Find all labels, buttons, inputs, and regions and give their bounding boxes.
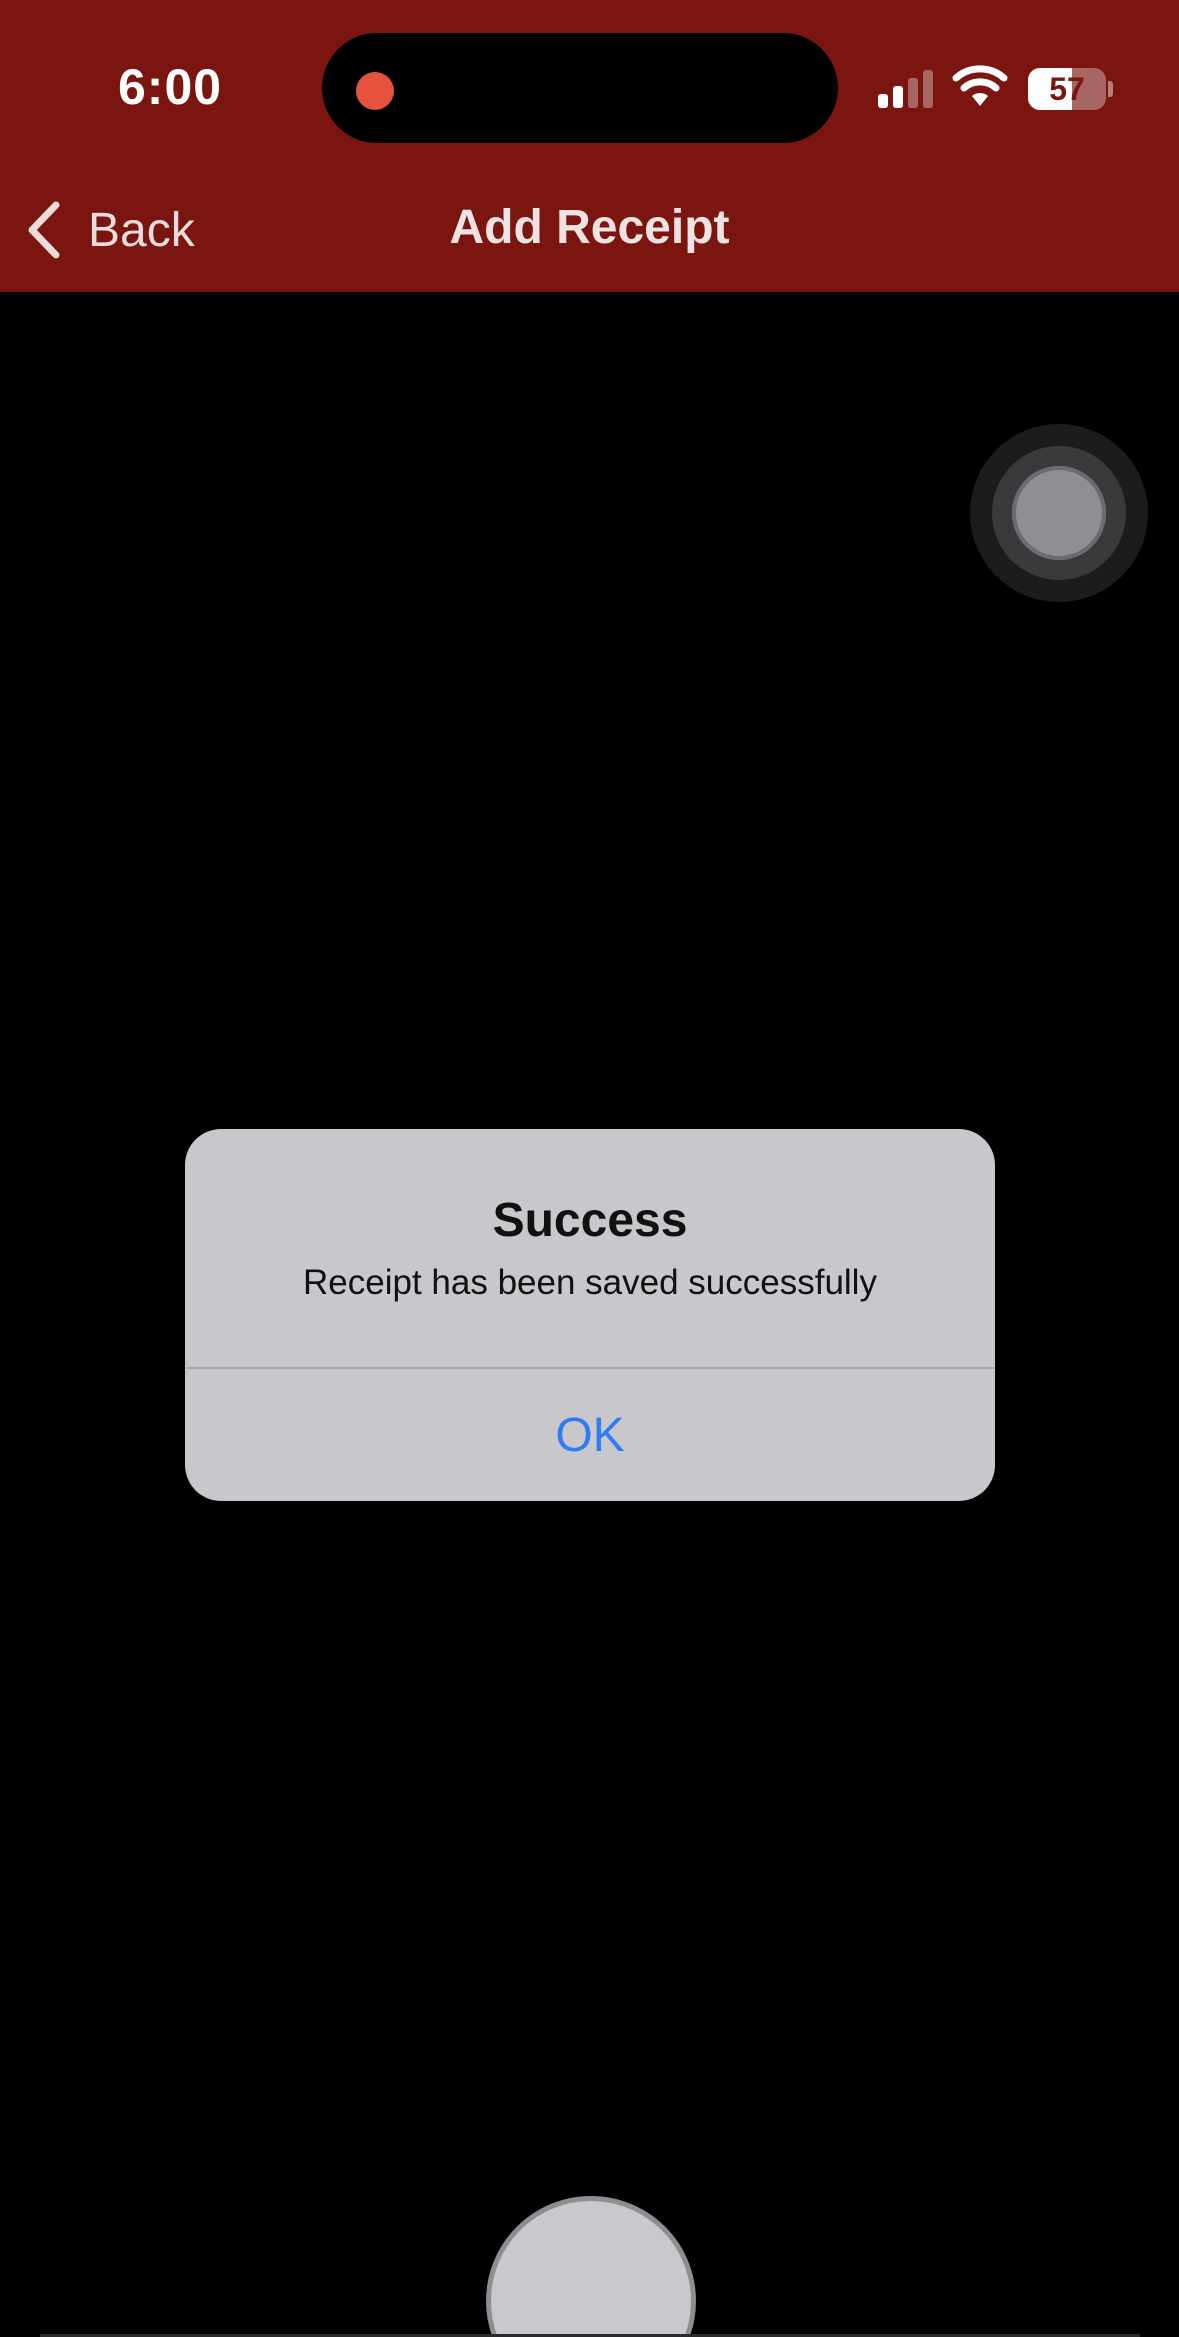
page-title: Add Receipt <box>449 201 730 254</box>
ok-button[interactable]: OK <box>185 1369 995 1501</box>
wifi-icon <box>952 65 1008 106</box>
battery-percentage: 57 <box>1049 70 1085 107</box>
battery-icon: 57 <box>1028 68 1106 110</box>
cellular-signal-icon <box>878 70 933 108</box>
shutter-button[interactable] <box>486 2196 696 2337</box>
alert-title: Success <box>492 1194 688 1247</box>
success-alert: Success Receipt has been saved successfu… <box>185 1129 995 1501</box>
assistive-touch-button[interactable] <box>970 424 1148 602</box>
alert-message: Receipt has been saved successfully <box>303 1263 877 1302</box>
status-time: 6:00 <box>118 59 223 115</box>
dynamic-island <box>322 33 838 143</box>
header-bar: 6:00 57 Back Add Receipt <box>0 0 1179 292</box>
assistive-touch-center <box>1012 466 1106 560</box>
camera-screen: 6:00 57 Back Add Receipt Success Receipt… <box>0 0 1179 2337</box>
recording-indicator-icon <box>356 72 394 110</box>
battery-cap <box>1108 81 1113 97</box>
